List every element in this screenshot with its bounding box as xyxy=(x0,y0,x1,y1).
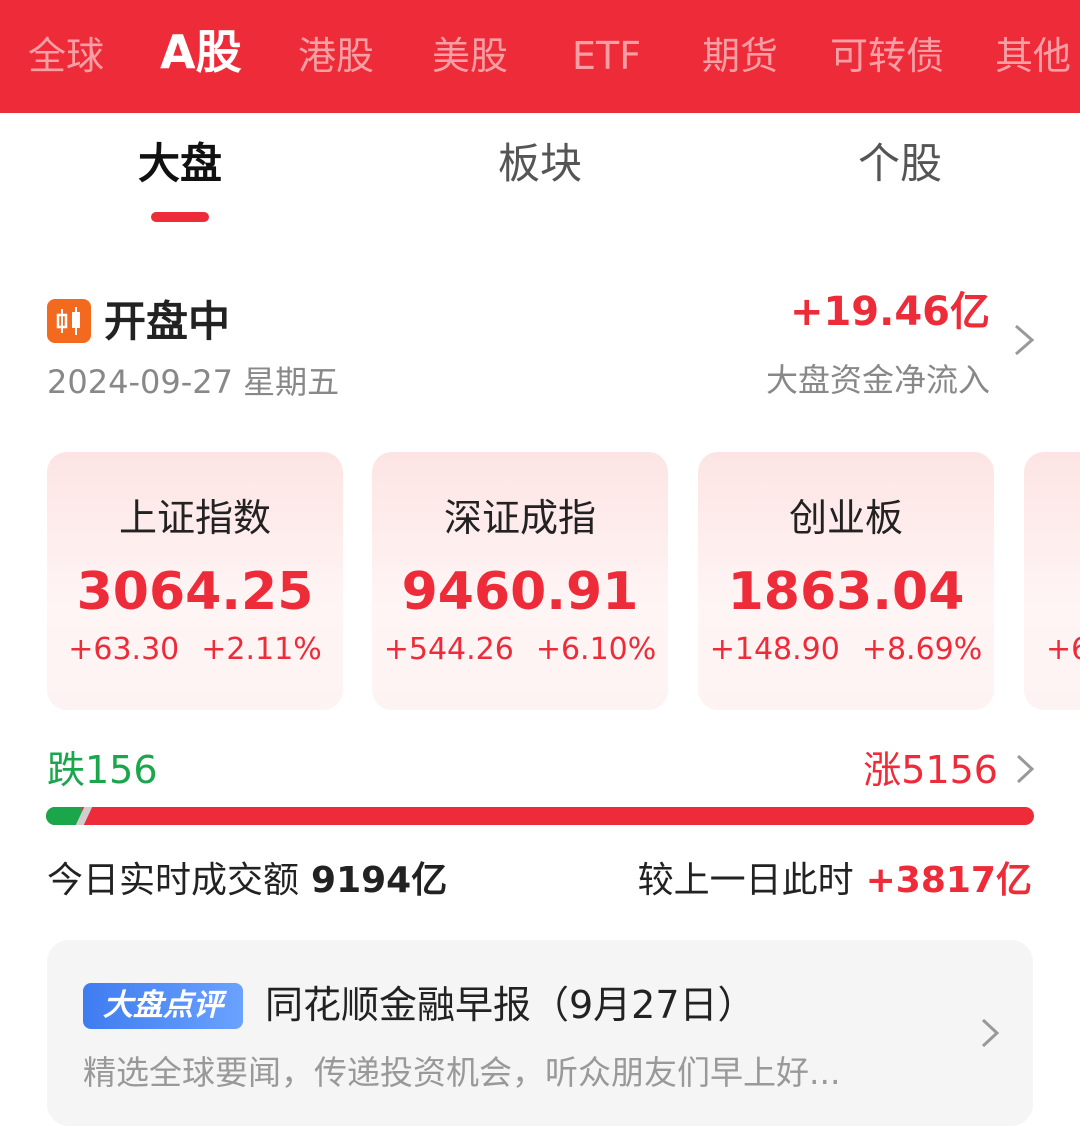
active-tab-indicator xyxy=(151,212,209,222)
commentary-badge: 大盘点评 xyxy=(83,983,243,1029)
turnover: 今日实时成交额 9194亿 xyxy=(47,856,447,906)
market-tab-bar: 全球 A股 港股 美股 ETF 期货 可转债 其他 xyxy=(0,0,1080,113)
market-tab-etf[interactable]: ETF xyxy=(572,28,641,84)
index-change-percent: +2.11% xyxy=(201,632,322,667)
commentary-title: 同花顺金融早报（9月27日） xyxy=(265,983,756,1027)
tab-sectors[interactable]: 板块 xyxy=(440,134,640,194)
index-card-shanghai[interactable]: 上证指数 3064.25 +63.30 +2.11% xyxy=(47,452,343,710)
index-change-percent: +8.69% xyxy=(861,632,983,667)
index-change: +544.26 +6.10% xyxy=(372,628,668,672)
index-card-shenzhen[interactable]: 深证成指 9460.91 +544.26 +6.10% xyxy=(372,452,668,710)
index-change-points: +63.30 xyxy=(68,632,180,667)
turnover-label: 今日实时成交额 xyxy=(47,860,300,901)
index-change-points: +6 xyxy=(1046,632,1080,667)
turnover-compare-label: 较上一日此时 xyxy=(637,860,854,901)
rise-fall-ratio-bar xyxy=(46,807,1034,825)
market-tab-other[interactable]: 其他 xyxy=(995,28,1071,84)
index-cards: 上证指数 3064.25 +63.30 +2.11% 深证成指 9460.91 +… xyxy=(0,452,1080,710)
market-tab-global[interactable]: 全球 xyxy=(28,28,104,84)
market-commentary-card[interactable]: 大盘点评 同花顺金融早报（9月27日） 精选全球要闻，传递投资机会，听众朋友们早… xyxy=(47,940,1033,1126)
index-change: +6 xyxy=(1024,628,1080,672)
index-value: 1863.04 xyxy=(727,562,965,622)
index-change: +148.90 +8.69% xyxy=(698,628,994,672)
commentary-description: 精选全球要闻，传递投资机会，听众朋友们早上好... xyxy=(83,1053,841,1092)
turnover-value: 9194亿 xyxy=(311,860,448,901)
market-tab-futures[interactable]: 期货 xyxy=(702,28,778,84)
net-inflow-label[interactable]: 大盘资金净流入 xyxy=(766,358,990,402)
index-name: 上证指数 xyxy=(118,496,271,540)
market-tab-hk[interactable]: 港股 xyxy=(298,28,374,84)
index-card-partial[interactable]: +6 xyxy=(1024,452,1080,710)
turnover-compare: 较上一日此时 +3817亿 xyxy=(638,856,1032,906)
tab-stocks[interactable]: 个股 xyxy=(800,134,1000,194)
chevron-right-icon[interactable] xyxy=(1014,752,1036,786)
chevron-right-icon[interactable] xyxy=(1012,322,1036,358)
index-change-points: +148.90 xyxy=(709,632,840,667)
chevron-right-icon[interactable] xyxy=(979,1016,1001,1050)
market-tab-convertible-bonds[interactable]: 可转债 xyxy=(830,28,944,84)
index-card-chinext[interactable]: 创业板 1863.04 +148.90 +8.69% xyxy=(698,452,994,710)
candlestick-icon xyxy=(47,299,91,343)
index-name: 创业板 xyxy=(788,496,903,540)
index-change-points: +544.26 xyxy=(383,632,514,667)
tab-market-overview[interactable]: 大盘 xyxy=(80,134,280,194)
turnover-compare-value: +3817亿 xyxy=(865,860,1032,901)
market-tab-us[interactable]: 美股 xyxy=(432,28,508,84)
index-change: +63.30 +2.11% xyxy=(47,628,343,672)
rising-count[interactable]: 涨5156 xyxy=(863,744,998,796)
index-value: 3064.25 xyxy=(76,562,314,622)
index-change-percent: +6.10% xyxy=(535,632,657,667)
market-tab-a-shares[interactable]: A股 xyxy=(160,24,242,80)
market-date: 2024-09-27 星期五 xyxy=(47,363,340,401)
falling-count[interactable]: 跌156 xyxy=(47,744,158,796)
index-name: 深证成指 xyxy=(443,496,596,540)
market-status: 开盘中 xyxy=(104,297,231,346)
index-value: 9460.91 xyxy=(401,562,639,622)
net-inflow-value[interactable]: +19.46亿 xyxy=(790,284,990,340)
